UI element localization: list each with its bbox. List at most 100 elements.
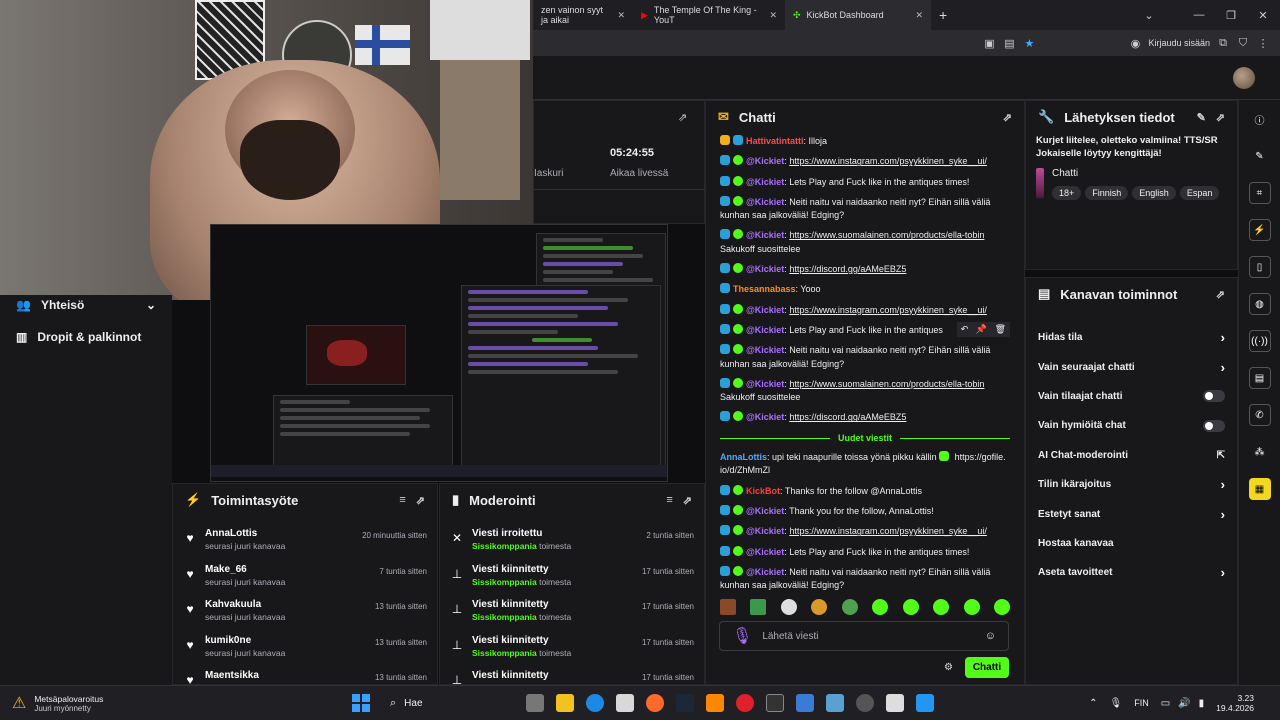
chat-username[interactable]: @Kickiet	[746, 325, 784, 335]
chat-username[interactable]: @Kickiet	[746, 379, 784, 389]
chat-username[interactable]: @Kickiet	[746, 305, 784, 315]
windows-start-icon[interactable]	[352, 694, 370, 712]
chat-link[interactable]: https://www.instagram.com/psyykkinen_syk…	[789, 156, 987, 166]
moderator-name[interactable]: Sissikomppania	[472, 648, 537, 658]
obs-icon[interactable]	[856, 694, 874, 712]
chevron-down-icon[interactable]: ⌄	[1142, 8, 1156, 22]
screen-icon[interactable]: ▣	[982, 36, 996, 50]
setting-age-restriction[interactable]: Tilin ikärajoitus ›	[1026, 470, 1237, 499]
setting-host-channel[interactable]: Hostaa kanavaa	[1026, 529, 1237, 558]
shield-icon[interactable]: ⛉	[1236, 36, 1250, 50]
chat-username[interactable]: Thesannabass	[733, 284, 796, 294]
document-icon[interactable]: ▯	[1248, 256, 1271, 278]
chat-username[interactable]: @Kickiet	[746, 177, 784, 187]
file-explorer-icon[interactable]	[556, 694, 574, 712]
task-view-icon[interactable]	[526, 694, 544, 712]
setting-banned-words[interactable]: Estetyt sanat ›	[1026, 499, 1237, 528]
chat-username[interactable]: Hattivatintatti	[746, 136, 804, 146]
info-icon[interactable]: ⓘ	[1249, 108, 1271, 130]
chat-link[interactable]: https://www.instagram.com/psyykkinen_syk…	[789, 526, 987, 536]
chat-username[interactable]: KickBot	[746, 486, 780, 496]
setting-ai-moderation[interactable]: AI Chat-moderointi ⇱	[1026, 441, 1237, 470]
category-thumbnail[interactable]	[1036, 168, 1044, 198]
popout-icon[interactable]: ⇗	[1216, 288, 1225, 301]
toggle-switch[interactable]	[1203, 390, 1225, 403]
chat-username[interactable]: @Kickiet	[746, 526, 784, 536]
maximize-icon[interactable]: ❐	[1224, 8, 1238, 22]
menu-icon[interactable]: ⋮	[1256, 36, 1270, 50]
browser-tab[interactable]: ▶ The Temple Of The King - YouT ✕	[633, 0, 785, 30]
popout-icon[interactable]: ⇗	[1216, 111, 1225, 124]
chat-username[interactable]: @Kickiet	[746, 506, 784, 516]
minimize-icon[interactable]: —	[1192, 8, 1206, 22]
chat-username[interactable]: @Kickiet	[746, 230, 784, 240]
chat-username[interactable]: @Kickiet	[746, 345, 784, 355]
chat-username[interactable]: @Kickiet	[746, 412, 784, 422]
close-window-icon[interactable]: ✕	[1256, 8, 1270, 22]
nav-item-drops[interactable]: ▥ Dropit & palkinnot	[0, 321, 172, 353]
moderator-name[interactable]: Sissikomppania	[472, 577, 537, 587]
popout-icon[interactable]: ⇗	[678, 111, 687, 124]
activity-user[interactable]: Maentsikka	[205, 670, 367, 681]
emote-icon[interactable]	[811, 599, 828, 615]
app-icon[interactable]	[886, 694, 904, 712]
moderator-name[interactable]: Sissikomppania	[472, 541, 537, 551]
chat-username[interactable]: @Kickiet	[746, 197, 784, 207]
steam-icon[interactable]	[676, 694, 694, 712]
emote-icon[interactable]	[720, 599, 736, 615]
emote-icon[interactable]	[993, 599, 1010, 615]
app-icon[interactable]	[826, 694, 844, 712]
scan-icon[interactable]: ⌗	[1248, 182, 1271, 204]
delete-icon[interactable]: 🗑	[995, 324, 1006, 334]
emote-icon[interactable]	[963, 599, 980, 615]
battery-icon[interactable]: ▮	[1199, 698, 1205, 709]
app-icon[interactable]	[916, 694, 934, 712]
setting-slow-mode[interactable]: Hidas tila ›	[1026, 323, 1237, 352]
activity-user[interactable]: AnnaLottis	[205, 528, 354, 539]
share-icon[interactable]: ⁂	[1249, 441, 1271, 463]
broadcast-icon[interactable]: ((·))	[1248, 330, 1271, 352]
network-icon[interactable]: ▭	[1161, 698, 1170, 709]
tray-chevron-icon[interactable]: ⌃	[1089, 698, 1097, 709]
edge-icon[interactable]	[586, 694, 604, 712]
popout-icon[interactable]: ⇗	[1003, 111, 1012, 124]
opera-icon[interactable]	[736, 694, 754, 712]
terminal-icon[interactable]	[766, 694, 784, 712]
chat-link[interactable]: https://www.suomalainen.com/products/ell…	[789, 379, 984, 389]
mic-icon[interactable]: 🎙	[732, 626, 752, 646]
browser-tab[interactable]: zen vainon syyt ja aikai ✕	[533, 0, 633, 30]
moderator-name[interactable]: Sissikomppania	[472, 612, 537, 622]
setting-set-goals[interactable]: Aseta tavoitteet ›	[1026, 558, 1237, 587]
activity-user[interactable]: kumik0ne	[205, 635, 367, 646]
pin-icon[interactable]: 📌	[976, 324, 987, 334]
chat-username[interactable]: @Kickiet	[746, 547, 784, 557]
store-icon[interactable]	[616, 694, 634, 712]
reply-icon[interactable]: ↶	[961, 324, 969, 334]
chat-username[interactable]: @Kickiet	[746, 567, 784, 577]
filter-icon[interactable]: ≡	[666, 494, 672, 506]
edit-icon[interactable]: ✎	[1197, 111, 1206, 124]
emote-icon[interactable]	[780, 599, 797, 615]
emote-icon[interactable]	[841, 599, 858, 615]
chat-input[interactable]: 🎙 Lähetä viesti ☺	[719, 621, 1009, 651]
notification-widget[interactable]: ⚠ Metsäpalovaroitus Juuri myönnetty	[0, 693, 340, 713]
close-icon[interactable]: ✕	[617, 10, 625, 21]
avatar[interactable]	[1233, 67, 1255, 89]
setting-followers-only[interactable]: Vain seuraajat chatti ›	[1026, 352, 1237, 381]
lightning-icon[interactable]: ⚡	[1248, 219, 1271, 241]
emote-icon[interactable]	[750, 599, 767, 615]
filter-icon[interactable]: ≡	[399, 494, 405, 506]
star-icon[interactable]: ★	[1022, 36, 1036, 50]
new-tab-button[interactable]: +	[931, 0, 961, 30]
chat-username[interactable]: AnnaLottis	[720, 452, 767, 462]
emote-icon[interactable]	[933, 599, 950, 615]
pencil-icon[interactable]: ✎	[1249, 145, 1271, 167]
save-icon[interactable]: ▤	[1002, 36, 1016, 50]
settings-icon[interactable]: ⚙	[944, 662, 953, 673]
chat-username[interactable]: @Kickiet	[746, 264, 784, 274]
nav-item-community[interactable]: 👥 Yhteisö ⌄	[0, 289, 172, 321]
firefox-icon[interactable]	[646, 694, 664, 712]
browser-tab-active[interactable]: ✣ KickBot Dashboard ✕	[785, 0, 931, 30]
taskbar-search[interactable]: ⌕ Hae	[380, 697, 520, 710]
toggle-switch[interactable]	[1203, 419, 1225, 432]
